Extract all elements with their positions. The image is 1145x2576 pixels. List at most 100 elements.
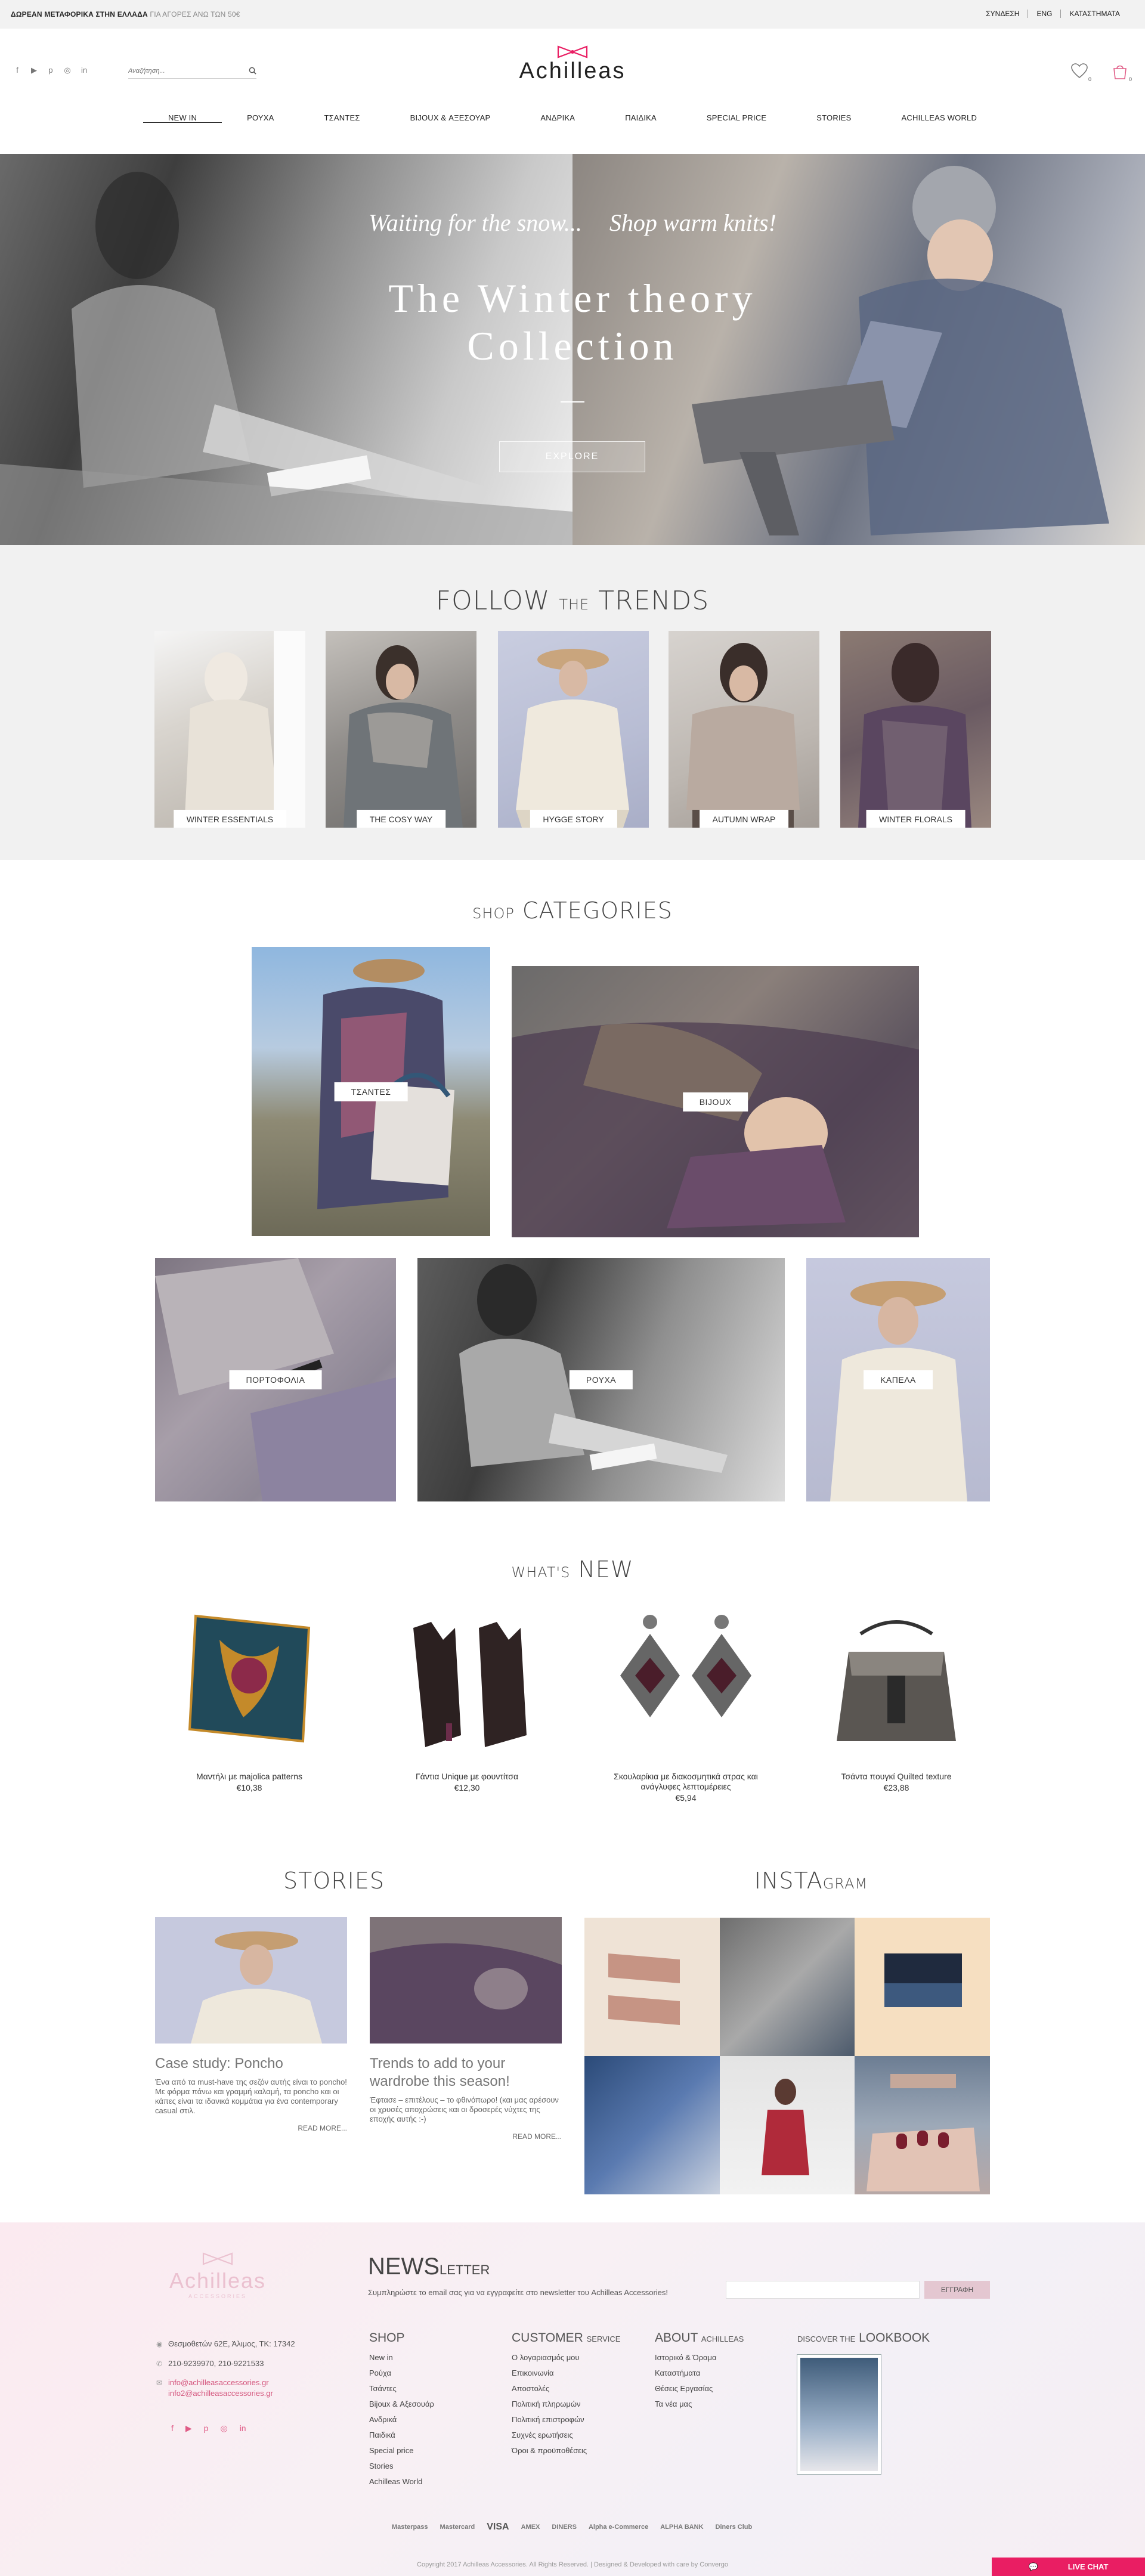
footer-link[interactable]: Πολιτική επιστροφών: [512, 2412, 620, 2428]
footer-link[interactable]: Παιδικά: [369, 2428, 434, 2443]
footer-link[interactable]: Stories: [369, 2459, 434, 2474]
lookbook-cover[interactable]: [797, 2354, 881, 2475]
footer-link[interactable]: Επικοινωνία: [512, 2366, 620, 2381]
product-card[interactable]: Τσάντα πουγκί Quilted texture €23,88: [807, 1604, 986, 1792]
category-clothing[interactable]: ΡΟΥΧΑ: [417, 1258, 785, 1501]
insta-model-photo: [761, 2079, 809, 2175]
footer-link[interactable]: Όροι & προϋποθέσεις: [512, 2443, 620, 2459]
story-title[interactable]: Case study: Poncho: [155, 2055, 347, 2073]
trend-card-winter-florals[interactable]: WINTER FLORALS: [840, 631, 991, 828]
story-card[interactable]: Trends to add to your wardrobe this seas…: [370, 1917, 562, 2141]
footer-link[interactable]: Ιστορικό & Όραμα: [655, 2350, 744, 2366]
category-wallets[interactable]: ΠΟΡΤΟΦΟΛΙΑ: [155, 1258, 396, 1501]
footer-link[interactable]: Αποστολές: [512, 2381, 620, 2397]
product-card[interactable]: Σκουλαρίκια με διακοσμητικά στρας και αν…: [596, 1604, 775, 1803]
nav-bijoux[interactable]: BIJOUX & ΑΞΕΣΟΥΑΡ: [385, 113, 516, 123]
product-name[interactable]: Σκουλαρίκια με διακοσμητικά στρας και αν…: [596, 1772, 775, 1792]
category-bijoux[interactable]: BIJOUX: [512, 966, 919, 1237]
nav-special-price[interactable]: SPECIAL PRICE: [682, 113, 791, 123]
nav-clothing[interactable]: ΡΟΥΧΑ: [222, 113, 299, 123]
login-link[interactable]: ΣΥΝΔΕΣΗ: [977, 10, 1028, 18]
footer-link[interactable]: Τσάντες: [369, 2381, 434, 2397]
live-chat-label: LIVE CHAT: [1067, 2562, 1109, 2571]
product-card[interactable]: Γάντια Unique με φουντίτσα €12,30: [377, 1604, 556, 1792]
instagram-post[interactable]: [719, 2056, 855, 2194]
footer-link[interactable]: Καταστήματα: [655, 2366, 744, 2381]
instagram-icon[interactable]: ◎: [63, 66, 72, 75]
footer-link[interactable]: Θέσεις Εργασίας: [655, 2381, 744, 2397]
nav-bags[interactable]: ΤΣΑΝΤΕΣ: [299, 113, 385, 123]
facebook-icon[interactable]: f: [13, 66, 21, 75]
product-price: €12,30: [454, 1783, 480, 1792]
hero-divider: [561, 401, 584, 402]
facebook-icon[interactable]: f: [171, 2423, 174, 2433]
story-card[interactable]: Case study: Poncho Ένα από τα must-have …: [155, 1917, 347, 2132]
instagram-post[interactable]: [855, 2056, 990, 2194]
footer-link[interactable]: Bijoux & Αξεσουάρ: [369, 2397, 434, 2412]
shop-heading: SHOP: [369, 2331, 405, 2345]
site-logo[interactable]: Achilleas: [507, 45, 638, 84]
pinterest-icon[interactable]: p: [204, 2423, 209, 2433]
instagram-icon[interactable]: ◎: [220, 2423, 227, 2433]
payment-logo: Diners Club: [715, 2524, 753, 2531]
product-card[interactable]: Μαντήλι με majolica patterns €10,38: [160, 1604, 339, 1792]
nav-achilleas-world[interactable]: ACHILLEAS WORLD: [877, 113, 1002, 123]
product-name[interactable]: Μαντήλι με majolica patterns: [160, 1772, 339, 1782]
product-image-bag: [837, 1620, 956, 1741]
nav-stories[interactable]: STORIES: [791, 113, 876, 123]
copyright: Copyright 2017 Achilleas Accessories. Al…: [417, 2561, 728, 2568]
read-more-link[interactable]: READ MORE...: [370, 2132, 562, 2141]
footer-logo[interactable]: Achilleas ACCESSORIES: [164, 2252, 271, 2299]
footer-link[interactable]: Special price: [369, 2443, 434, 2459]
search-input[interactable]: [128, 64, 236, 78]
footer-link[interactable]: Achilleas World: [369, 2474, 434, 2490]
trend-card-hygge-story[interactable]: HYGGE STORY: [498, 631, 649, 828]
footer-logo-text: Achilleas: [169, 2268, 267, 2293]
trend-card-autumn-wrap[interactable]: AUTUMN WRAP: [669, 631, 819, 828]
footer-link[interactable]: Πολιτική πληρωμών: [512, 2397, 620, 2412]
product-name[interactable]: Γάντια Unique με φουντίτσα: [377, 1772, 556, 1782]
search-icon[interactable]: [249, 67, 256, 75]
footer-link[interactable]: Ο λογαριασμός μου: [512, 2350, 620, 2366]
read-more-link[interactable]: READ MORE...: [155, 2124, 347, 2132]
nav-kids[interactable]: ΠΑΙΔΙΚΑ: [600, 113, 682, 123]
instagram-post[interactable]: [584, 2056, 720, 2194]
contact-email[interactable]: ✉ info@achilleasaccessories.gr info2@achil…: [156, 2377, 273, 2399]
nav-men[interactable]: ΑΝΔΡΙΚΑ: [515, 113, 600, 123]
category-hats[interactable]: ΚΑΠΕΛΑ: [806, 1258, 990, 1501]
instagram-post[interactable]: [719, 1918, 855, 2056]
bow-icon: [557, 45, 588, 58]
linkedin-icon[interactable]: in: [80, 66, 88, 75]
footer-link[interactable]: Ρούχα: [369, 2366, 434, 2381]
newsletter-subscribe-button[interactable]: ΕΓΓΡΑΦΗ: [924, 2281, 990, 2299]
explore-button[interactable]: EXPLORE: [499, 441, 645, 472]
trend-card-winter-essentials[interactable]: WINTER ESSENTIALS: [154, 631, 305, 828]
category-label: ΠΟΡΤΟΦΟΛΙΑ: [229, 1370, 322, 1389]
instagram-post[interactable]: [855, 1918, 990, 2056]
category-bags[interactable]: ΤΣΑΝΤΕΣ: [252, 947, 490, 1236]
youtube-icon[interactable]: ▶: [185, 2423, 192, 2433]
footer-link[interactable]: Τα νέα μας: [655, 2397, 744, 2412]
stores-link[interactable]: ΚΑΤΑΣΤΗΜΑΤΑ: [1060, 10, 1128, 18]
footer-link[interactable]: Συχνές ερωτήσεις: [512, 2428, 620, 2443]
linkedin-icon[interactable]: in: [240, 2423, 246, 2433]
footer-link[interactable]: New in: [369, 2350, 434, 2366]
trend-card-cosy-way[interactable]: THE COSY WAY: [326, 631, 476, 828]
pinterest-icon[interactable]: p: [47, 66, 55, 75]
newsletter-email-input[interactable]: [726, 2281, 920, 2299]
language-link[interactable]: ENG: [1028, 10, 1060, 18]
phone-icon: ✆: [156, 2360, 163, 2368]
footer-link[interactable]: Ανδρικά: [369, 2412, 434, 2428]
story-title[interactable]: Trends to add to your wardrobe this seas…: [370, 2055, 562, 2091]
lookbook-heading: DISCOVER THE LOOKBOOK: [797, 2331, 930, 2345]
nav-new-in[interactable]: NEW IN: [143, 113, 222, 123]
story-image-trends: [370, 1917, 562, 2044]
wishlist-button[interactable]: 0: [1071, 63, 1091, 82]
youtube-icon[interactable]: ▶: [30, 66, 38, 75]
product-name[interactable]: Τσάντα πουγκί Quilted texture: [807, 1772, 986, 1782]
cart-button[interactable]: 0: [1112, 63, 1132, 82]
trend-photo: [858, 643, 971, 828]
instagram-post[interactable]: [584, 1918, 720, 2056]
live-chat-button[interactable]: 💬 LIVE CHAT: [992, 2558, 1145, 2576]
hero-banner[interactable]: Waiting for the snow... Shop warm knits!…: [0, 154, 1145, 545]
